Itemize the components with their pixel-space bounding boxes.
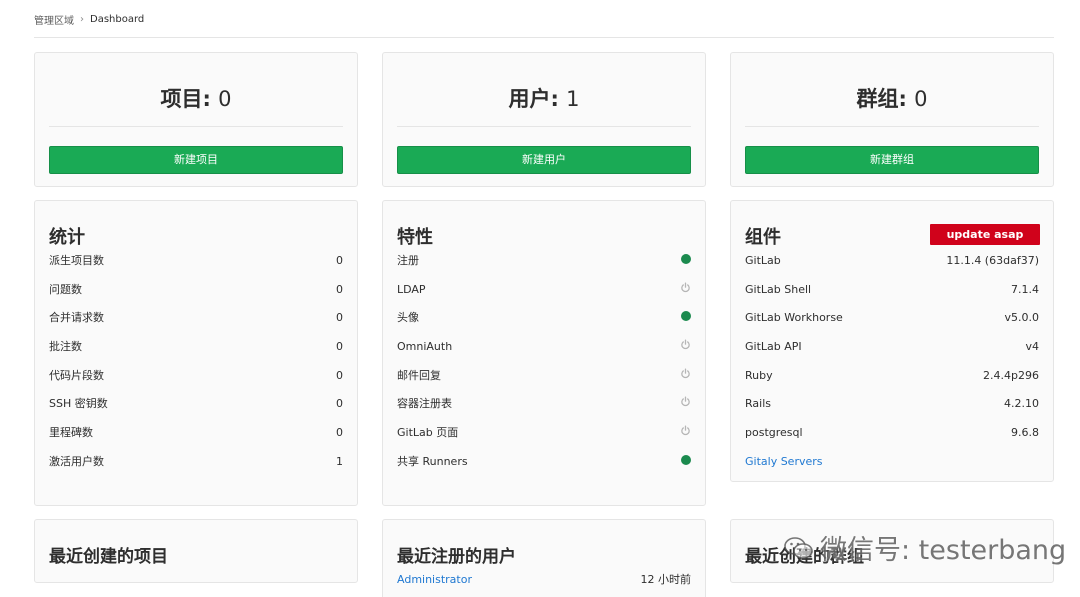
users-count-panel: 用户: 1 新建用户 xyxy=(382,52,706,187)
feature-row: 容器注册表 xyxy=(397,395,691,411)
watermark-text: 微信号: testerbang xyxy=(820,535,1067,566)
power-off-icon xyxy=(681,396,690,407)
power-off-icon xyxy=(681,368,690,379)
groups-count-title: 群组: 0 xyxy=(856,87,928,111)
statistics-row: 批注数 0 xyxy=(49,339,343,354)
panel-divider xyxy=(397,126,691,127)
gitaly-servers-link[interactable]: Gitaly Servers xyxy=(745,455,823,468)
feature-row: 邮件回复 xyxy=(397,367,691,383)
power-off-icon xyxy=(681,282,690,293)
breadcrumb-current: Dashboard xyxy=(90,14,145,25)
statistics-row: 激活用户数 1 xyxy=(49,454,343,469)
statistics-row: 里程碑数 0 xyxy=(49,425,343,440)
statistics-row: 合并请求数 0 xyxy=(49,310,343,325)
statistics-row: 派生项目数 0 xyxy=(49,253,343,268)
feature-row: 共享 Runners xyxy=(397,453,691,469)
feature-row: 头像 xyxy=(397,309,691,325)
new-user-button[interactable]: 新建用户 xyxy=(397,146,691,174)
component-row: GitLab API v4 xyxy=(745,339,1039,353)
power-off-icon xyxy=(681,425,690,436)
feature-row: OmniAuth xyxy=(397,338,691,354)
recent-users-panel: 最近注册的用户 Administrator 12 小时前 xyxy=(382,519,706,597)
panel-divider xyxy=(49,126,343,127)
components-title: 组件 xyxy=(745,227,781,248)
component-row: Ruby 2.4.4p296 xyxy=(745,368,1039,382)
recent-user-row: Administrator 12 小时前 xyxy=(397,571,691,587)
groups-count-panel: 群组: 0 新建群组 xyxy=(730,52,1054,187)
statistics-panel: 统计 派生项目数 0 问题数 0 合并请求数 0 批注数 0 代码片段数 0 SSH 密钥… xyxy=(34,200,358,506)
chevron-right-icon: › xyxy=(80,14,84,25)
component-row: GitLab Workhorse v5.0.0 xyxy=(745,310,1039,324)
features-panel: 特性 注册 LDAP 头像 OmniAuth 邮件回复 容器注册表 GitLab… xyxy=(382,200,706,506)
statistics-title: 统计 xyxy=(49,227,85,248)
status-enabled-icon xyxy=(681,310,691,321)
projects-count-panel: 项目: 0 新建项目 xyxy=(34,52,358,187)
status-enabled-icon xyxy=(681,454,691,465)
projects-count-title: 项目: 0 xyxy=(160,87,232,111)
component-row: postgresql 9.6.8 xyxy=(745,425,1039,439)
features-title: 特性 xyxy=(397,227,433,248)
component-row: Rails 4.2.10 xyxy=(745,396,1039,410)
power-off-icon xyxy=(681,339,690,350)
recent-user-time: 12 小时前 xyxy=(640,573,692,586)
statistics-row: 代码片段数 0 xyxy=(49,368,343,383)
wechat-watermark: 微信号: testerbang xyxy=(784,528,1066,567)
panel-divider xyxy=(745,126,1039,127)
status-enabled-icon xyxy=(681,253,691,264)
new-group-button[interactable]: 新建群组 xyxy=(745,146,1039,174)
users-count-title: 用户: 1 xyxy=(508,87,580,111)
recent-projects-title: 最近创建的项目 xyxy=(49,547,168,567)
breadcrumb-admin-area-link[interactable]: 管理区域 xyxy=(34,12,74,27)
header-divider xyxy=(34,37,1054,38)
wechat-icon xyxy=(784,536,813,559)
feature-row: GitLab 页面 xyxy=(397,424,691,440)
feature-row: 注册 xyxy=(397,252,691,268)
statistics-row: 问题数 0 xyxy=(49,282,343,297)
components-panel: 组件 update asap GitLab 11.1.4 (63daf37) Gi… xyxy=(730,200,1054,482)
component-row: GitLab Shell 7.1.4 xyxy=(745,282,1039,296)
new-project-button[interactable]: 新建项目 xyxy=(49,146,343,174)
feature-row: LDAP xyxy=(397,281,691,297)
breadcrumb: 管理区域 › Dashboard xyxy=(34,12,144,27)
recent-user-link[interactable]: Administrator xyxy=(397,573,472,586)
recent-projects-panel: 最近创建的项目 xyxy=(34,519,358,583)
component-row: Gitaly Servers xyxy=(745,453,1039,469)
update-asap-badge[interactable]: update asap xyxy=(930,224,1040,245)
statistics-row: SSH 密钥数 0 xyxy=(49,396,343,411)
component-row: GitLab 11.1.4 (63daf37) xyxy=(745,253,1039,267)
recent-users-title: 最近注册的用户 xyxy=(397,547,516,567)
